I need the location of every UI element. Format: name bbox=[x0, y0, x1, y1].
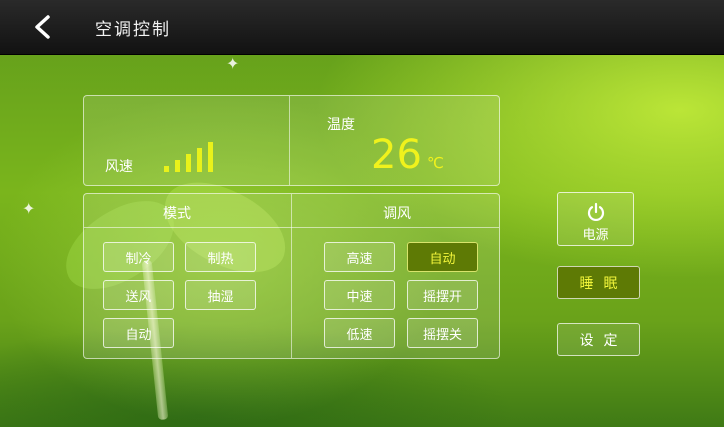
chevron-left-icon bbox=[35, 15, 50, 39]
control-panel: 模式 调风 制冷 制热 送风 抽湿 自动 高速 自动 中速 摇摆开 低速 摇摆关 bbox=[83, 193, 500, 359]
sparkle-icon: ✦ bbox=[226, 54, 240, 73]
mode-fan-button[interactable]: 送风 bbox=[103, 280, 174, 310]
mode-section-title: 模式 bbox=[163, 206, 191, 222]
mode-dehumidify-button[interactable]: 抽湿 bbox=[185, 280, 256, 310]
fan-low-button[interactable]: 低速 bbox=[324, 318, 395, 348]
fan-high-button[interactable]: 高速 bbox=[324, 242, 395, 272]
wind-speed-bar bbox=[164, 166, 169, 172]
back-button[interactable] bbox=[22, 8, 62, 46]
page-title: 空调控制 bbox=[95, 20, 171, 40]
temperature-label: 温度 bbox=[327, 117, 355, 133]
wind-speed-label: 风速 bbox=[105, 159, 133, 175]
fan-medium-button[interactable]: 中速 bbox=[324, 280, 395, 310]
swing-off-button[interactable]: 摇摆关 bbox=[407, 318, 478, 348]
power-icon bbox=[587, 202, 604, 221]
divider bbox=[84, 227, 499, 228]
power-button[interactable]: 电源 bbox=[557, 192, 634, 246]
wind-speed-bar bbox=[208, 142, 213, 172]
power-label: 电源 bbox=[582, 228, 609, 243]
sleep-button[interactable]: 睡眠 bbox=[557, 266, 640, 299]
wind-speed-bar bbox=[197, 148, 202, 172]
temperature-value: 26 bbox=[371, 132, 422, 178]
temperature-unit: ℃ bbox=[427, 154, 444, 172]
wind-speed-indicator bbox=[164, 140, 224, 172]
swing-on-button[interactable]: 摇摆开 bbox=[407, 280, 478, 310]
mode-auto-button[interactable]: 自动 bbox=[103, 318, 174, 348]
status-panel: 风速 温度 26 ℃ bbox=[83, 95, 500, 186]
mode-heat-button[interactable]: 制热 bbox=[185, 242, 256, 272]
mode-cool-button[interactable]: 制冷 bbox=[103, 242, 174, 272]
sparkle-icon: ✦ bbox=[22, 199, 36, 218]
wind-speed-bar bbox=[186, 154, 191, 172]
settings-button[interactable]: 设定 bbox=[557, 323, 640, 356]
fan-auto-button[interactable]: 自动 bbox=[407, 242, 478, 272]
divider bbox=[291, 194, 292, 358]
divider bbox=[289, 96, 290, 185]
wind-speed-bar bbox=[175, 160, 180, 172]
top-bar: 空调控制 bbox=[0, 0, 724, 55]
fan-section-title: 调风 bbox=[383, 206, 411, 222]
